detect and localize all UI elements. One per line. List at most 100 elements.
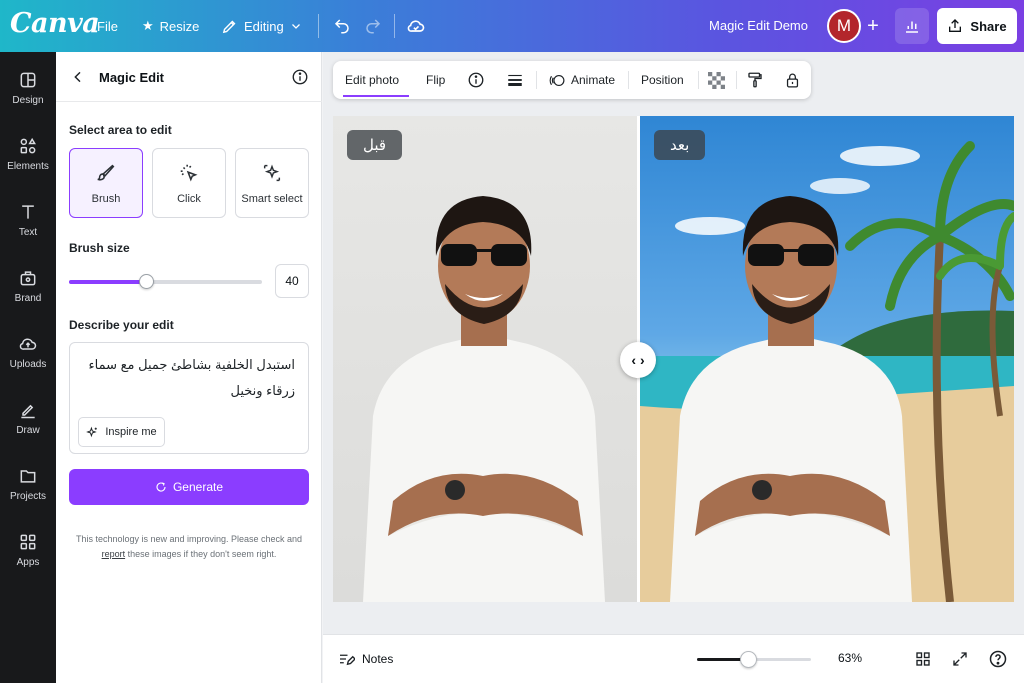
rail-item-label: Apps (16, 557, 40, 568)
zoom-slider-thumb[interactable] (740, 651, 758, 668)
generate-label: Generate (172, 480, 224, 494)
canva-logo[interactable]: Canva (10, 8, 100, 39)
magic-generate-icon (156, 482, 166, 492)
share-button[interactable]: Share (937, 8, 1017, 44)
after-photo[interactable]: بعد (640, 116, 1014, 602)
back-arrow-icon[interactable] (70, 68, 86, 86)
add-collaborator-button[interactable]: + (860, 12, 886, 40)
animate-button[interactable]: Animate (549, 61, 615, 99)
before-label: قبل (347, 130, 403, 160)
lock-button[interactable] (784, 61, 801, 99)
resize-button[interactable]: ★ Resize (142, 0, 199, 52)
describe-edit-label: Describe your edit (69, 318, 174, 332)
avatar[interactable]: M (827, 9, 861, 43)
brush-size-label: Brush size (69, 241, 130, 255)
rail-item-label: Projects (9, 491, 47, 502)
edit-photo-button[interactable]: Edit photo (345, 61, 399, 99)
shapes-icon (20, 137, 36, 154)
border-icon (508, 74, 522, 86)
rail-item-design[interactable]: Design (0, 58, 56, 118)
info-icon[interactable] (291, 68, 309, 86)
brush-tool-button[interactable]: Brush (69, 148, 143, 218)
pencil-icon (222, 20, 236, 33)
canvas-area: Edit photo Flip Animate Position قبل بعد… (323, 52, 1024, 634)
disclaimer-part: This technology is new and improving. Pl… (75, 534, 303, 544)
person-photo-illustration (363, 196, 605, 602)
lock-icon (786, 73, 799, 88)
cloud-icon (407, 20, 425, 32)
flip-button[interactable]: Flip (426, 61, 445, 99)
edit-prompt-textarea[interactable]: استبدل الخلفية بشاطئ جميل مع سماء زرقاء … (69, 342, 309, 454)
notes-button[interactable]: Notes (337, 650, 393, 668)
redo-button[interactable] (364, 0, 382, 52)
brush-size-slider-fill (69, 280, 147, 284)
toolbar-divider (318, 14, 319, 38)
rail-item-draw[interactable]: Draw (0, 388, 56, 448)
help-button[interactable] (987, 648, 1009, 670)
inspire-me-button[interactable]: Inspire me (78, 417, 165, 447)
tool-label: Click (177, 192, 201, 205)
redo-icon (366, 19, 381, 34)
rail-item-text[interactable]: Text (0, 190, 56, 250)
generate-button[interactable]: Generate (69, 469, 309, 505)
document-title[interactable]: Magic Edit Demo (709, 18, 808, 33)
smart-select-tool-button[interactable]: Smart select (235, 148, 309, 218)
animate-label: Animate (571, 73, 616, 87)
resize-label: Resize (159, 18, 200, 34)
save-status-button[interactable] (406, 0, 426, 52)
tool-label: Smart select (241, 192, 303, 205)
help-icon (989, 650, 1007, 668)
cloud-upload-icon (19, 338, 37, 350)
flip-label: Flip (426, 73, 446, 87)
inspire-me-label: Inspire me (105, 426, 157, 438)
click-tool-button[interactable]: Click (152, 148, 226, 218)
rail-item-label: Draw (16, 425, 40, 436)
report-link[interactable]: report (102, 549, 126, 559)
image-info-button[interactable] (467, 61, 485, 99)
insights-button[interactable] (895, 8, 929, 44)
chevron-down-icon (291, 24, 300, 29)
brush-size-slider-thumb[interactable] (139, 274, 155, 289)
brush-size-input[interactable]: 40 (275, 264, 309, 298)
brush-size-slider[interactable] (69, 274, 262, 289)
file-menu-button[interactable]: File (97, 0, 118, 52)
disclaimer-part: these images if they don't seem right. (127, 549, 277, 559)
after-label: بعد (654, 130, 706, 160)
undo-button[interactable] (333, 0, 351, 52)
rail-item-elements[interactable]: Elements (0, 124, 56, 184)
fullscreen-button[interactable] (949, 648, 971, 670)
border-style-button[interactable] (506, 61, 524, 99)
toolbar-divider (536, 71, 537, 89)
panel-header: Magic Edit (56, 52, 322, 102)
sparkle-select-icon (263, 163, 281, 181)
rail-item-label: Brand (14, 293, 42, 304)
editing-mode-button[interactable]: Editing (221, 0, 302, 52)
zoom-slider[interactable] (697, 651, 811, 668)
paint-roller-icon (748, 72, 762, 88)
brush-icon (97, 164, 115, 181)
rail-item-uploads[interactable]: Uploads (0, 322, 56, 382)
rail-item-apps[interactable]: Apps (0, 520, 56, 580)
zoom-percentage[interactable]: 63% (838, 651, 862, 665)
grid-view-button[interactable] (912, 648, 934, 670)
apps-icon (20, 534, 36, 550)
bottom-bar: Notes 63% (323, 634, 1024, 683)
before-photo[interactable]: قبل (333, 116, 637, 602)
transparency-button[interactable] (708, 61, 725, 99)
select-area-label: Select area to edit (69, 123, 172, 137)
rail-item-label: Design (12, 95, 44, 106)
sparkle-icon (86, 426, 98, 437)
analytics-icon (906, 21, 918, 33)
magic-edit-panel: Magic Edit Select area to edit Brush Cli… (56, 52, 322, 683)
rail-item-label: Elements (7, 161, 49, 172)
brand-icon (20, 271, 36, 286)
position-label: Position (641, 73, 684, 87)
layout-icon (20, 72, 36, 88)
compare-slider-handle[interactable]: ‹ › (620, 342, 656, 378)
position-button[interactable]: Position (641, 61, 684, 99)
tool-label: Brush (91, 192, 121, 205)
rail-item-label: Uploads (9, 359, 47, 370)
rail-item-brand[interactable]: Brand (0, 256, 56, 316)
rail-item-projects[interactable]: Projects (0, 454, 56, 514)
copy-style-button[interactable] (746, 61, 764, 99)
